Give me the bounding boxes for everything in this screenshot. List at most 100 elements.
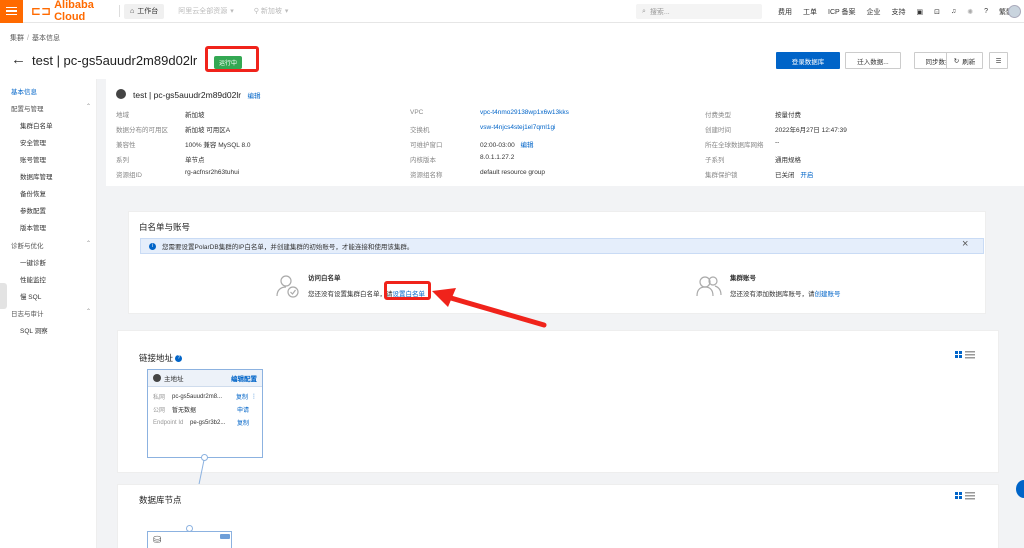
endpoint-icon [153,374,161,382]
back-arrow-icon[interactable]: ← [11,52,26,67]
sidebar-item-backup[interactable]: 备份恢复 [20,188,46,198]
chevron-up-icon[interactable]: ⌃ [86,308,91,315]
sidebar-item-basic-info[interactable]: 基本信息 [11,86,37,96]
users-icon [696,276,722,297]
grid-list-toggle-icon[interactable] [955,351,975,359]
label-vpc: VPC [410,109,424,116]
more-icon[interactable]: ⋮ [251,393,257,400]
account-text: 您还没有添加数据库账号，请创建账号 [730,291,841,298]
copy-private-link[interactable]: 复制 [236,392,248,401]
value-billing: 按量付费 [775,112,801,119]
polardb-icon [116,89,126,99]
divider [119,5,120,17]
sidebar-item-sql-insight[interactable]: SQL 洞察 [20,325,48,335]
value-zone: 新加坡 可用区A [185,127,231,134]
region-selector[interactable]: ⚲ 新加坡 ▾ [248,4,295,19]
label-created: 创建时间 [705,127,731,134]
bulb-icon[interactable]: ✺ [967,8,973,16]
edit-name-link[interactable]: 编辑 [247,93,260,100]
create-account-link[interactable]: 创建账号 [815,291,841,298]
login-database-button[interactable]: 登录数据库 [776,52,840,69]
breadcrumb: 集群 / 基本信息 [10,35,60,42]
menu-icon[interactable] [0,0,23,23]
value-series: 单节点 [185,157,205,164]
panel-title-connection: 链接地址 ? [139,352,183,364]
sidebar-item-version[interactable]: 版本管理 [20,222,46,232]
refresh-button[interactable]: ↻ 刷新 [946,52,983,69]
chevron-up-icon[interactable]: ⌃ [86,103,91,110]
label-zone: 数据分布的可用区 [116,127,168,134]
value-compat: 100% 兼容 MySQL 8.0 [185,142,251,149]
link-tickets[interactable]: 工单 [803,7,817,17]
label-rg-id: 资源组ID [116,172,142,179]
brand-logo[interactable]: ⊏⊐ Alibaba Cloud [31,0,115,23]
value-gdn: -- [775,139,780,146]
sidebar-group-diagnosis[interactable]: 诊断与优化 [11,240,44,250]
label-compat: 兼容性 [116,142,136,149]
cart-icon[interactable]: ⊡ [934,8,940,16]
copy-endpoint-link[interactable]: 复制 [237,418,249,427]
chevron-down-icon: ▾ [284,8,289,15]
value-kernel: 8.0.1.1.27.2 [480,154,515,161]
label-gdn: 所在全球数据库网络 [705,142,764,149]
value-rg-name: default resource group [480,169,546,176]
chevron-down-icon: ▾ [230,8,234,15]
sidebar-item-accounts[interactable]: 账号管理 [20,154,46,164]
avatar[interactable] [1008,5,1021,18]
breadcrumb-current: 基本信息 [31,35,60,42]
list-settings-button[interactable]: ☰ [989,52,1008,69]
sidebar-collapse-handle[interactable] [0,283,7,309]
link-support[interactable]: 支持 [892,7,906,17]
location-icon: ⚲ [253,8,259,15]
info-icon: i [149,242,156,250]
breadcrumb-cluster[interactable]: 集群 [10,35,24,42]
sidebar-item-slow-sql[interactable]: 慢 SQL [20,291,41,301]
db-node-card[interactable]: ⛁ [147,531,232,548]
sidebar-item-databases[interactable]: 数据库管理 [20,171,53,181]
link-billing[interactable]: 费用 [778,7,792,17]
sidebar-group-logs[interactable]: 日志与审计 [11,308,44,318]
list-icon: ☰ [995,57,1002,65]
grid-list-toggle-icon[interactable] [955,492,975,500]
sidebar-group-config[interactable]: 配置与管理 [11,103,44,113]
link-icp[interactable]: ICP 备案 [828,7,856,17]
link-enterprise[interactable]: 企业 [867,7,881,17]
db-nodes-panel [117,484,999,548]
highlight-box-status [205,46,259,72]
apply-public-link[interactable]: 申请 [237,405,249,414]
label-lock: 集群保护锁 [705,172,738,179]
panel-title-nodes: 数据库节点 [139,495,182,505]
edit-config-link[interactable]: 编辑配置 [231,373,257,383]
sidebar-item-params[interactable]: 参数配置 [20,205,46,215]
close-icon[interactable]: × [962,238,968,250]
sidebar-item-security[interactable]: 安全管理 [20,137,46,147]
help-icon[interactable]: ? [984,8,988,15]
primary-endpoint-card: 主地址 编辑配置 私网 pc-gs5auudr2m8... 复制 ⋮ 公网 暂无数据 申请… [147,369,263,458]
sidebar-item-oneclick-diag[interactable]: 一键诊断 [20,257,46,267]
endpoint-card-header: 主地址 编辑配置 [148,370,262,387]
value-maint: 02:00-03:00 编辑 [480,142,534,149]
workbench-button[interactable]: ⌂ 工作台 [124,3,165,19]
user-check-icon [276,275,299,298]
value-vpc[interactable]: vpc-t4nmo29138wp1x6w13kks [480,109,569,116]
value-rg-id: rg-acfnsr2h63tuhui [185,169,240,176]
resource-group-selector[interactable]: 阿里云全部资源 ▾ [172,4,240,19]
sidebar-item-whitelist[interactable]: 集群白名单 [20,120,53,130]
label-series: 系列 [116,157,129,164]
enable-lock-link[interactable]: 开启 [800,172,813,179]
value-created: 2022年6月27日 12:47:39 [775,127,847,134]
bell-icon[interactable]: ♫ [951,8,956,15]
chevron-up-icon[interactable]: ⌃ [86,240,91,247]
screen-icon[interactable]: ▣ [917,8,924,16]
endpoint-row-public: 公网 暂无数据 申请 [148,403,262,416]
value-vswitch[interactable]: vsw-t4njcs4stej1el7qml1gi [480,124,556,131]
edit-maint-link[interactable]: 编辑 [521,142,534,149]
migrate-data-button[interactable]: 迁入数据... [845,52,901,69]
search-input[interactable]: ⌕ 搜索... [636,4,762,19]
refresh-icon: ↻ [953,57,960,65]
info-title: test | pc-gs5auudr2m89d02lr 编辑 [133,90,261,100]
help-icon[interactable]: ? [175,355,183,363]
chat-float-button[interactable] [1016,480,1024,498]
sidebar-item-performance[interactable]: 性能监控 [20,274,46,284]
value-subseries: 通用规格 [775,157,801,164]
